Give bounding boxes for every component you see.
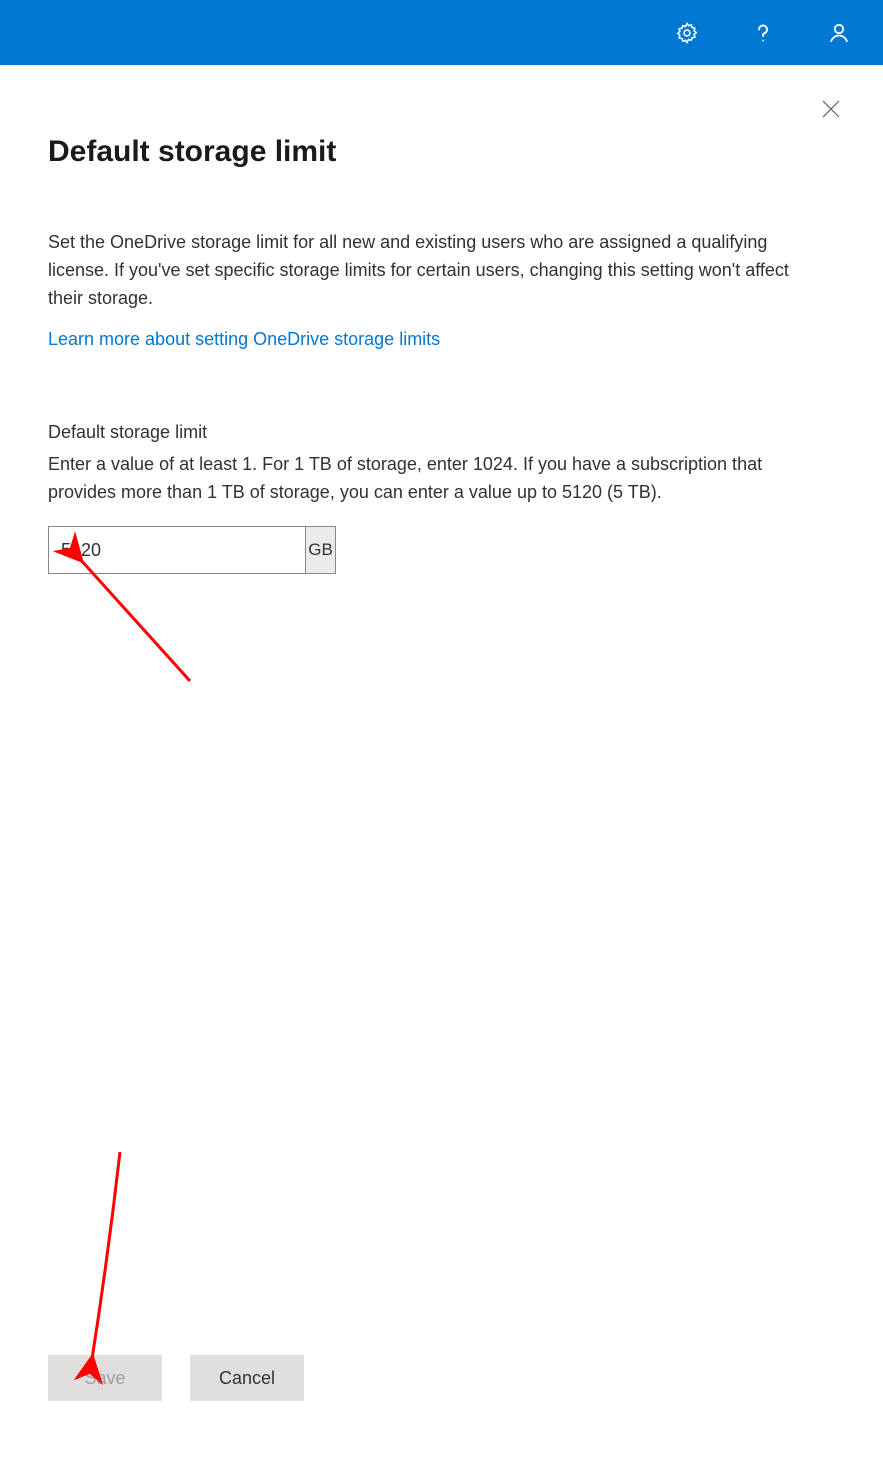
storage-limit-unit: GB — [305, 527, 335, 573]
settings-icon[interactable] — [663, 9, 711, 57]
storage-limit-input-group: GB — [48, 526, 336, 574]
help-icon[interactable] — [739, 9, 787, 57]
account-icon[interactable] — [815, 9, 863, 57]
storage-limit-label: Default storage limit — [48, 422, 835, 443]
storage-limit-input[interactable] — [49, 527, 305, 573]
save-button[interactable]: Save — [48, 1355, 162, 1401]
cancel-button[interactable]: Cancel — [190, 1355, 304, 1401]
learn-more-link[interactable]: Learn more about setting OneDrive storag… — [48, 329, 835, 350]
storage-limit-help: Enter a value of at least 1. For 1 TB of… — [48, 451, 808, 507]
panel-title: Default storage limit — [48, 135, 835, 169]
panel-footer: Save Cancel — [48, 1355, 835, 1461]
app-header — [0, 0, 883, 65]
panel-description: Set the OneDrive storage limit for all n… — [48, 229, 808, 313]
annotation-arrow-save — [80, 1147, 140, 1372]
close-icon[interactable] — [815, 93, 847, 125]
settings-panel: Default storage limit Set the OneDrive s… — [0, 65, 883, 1461]
